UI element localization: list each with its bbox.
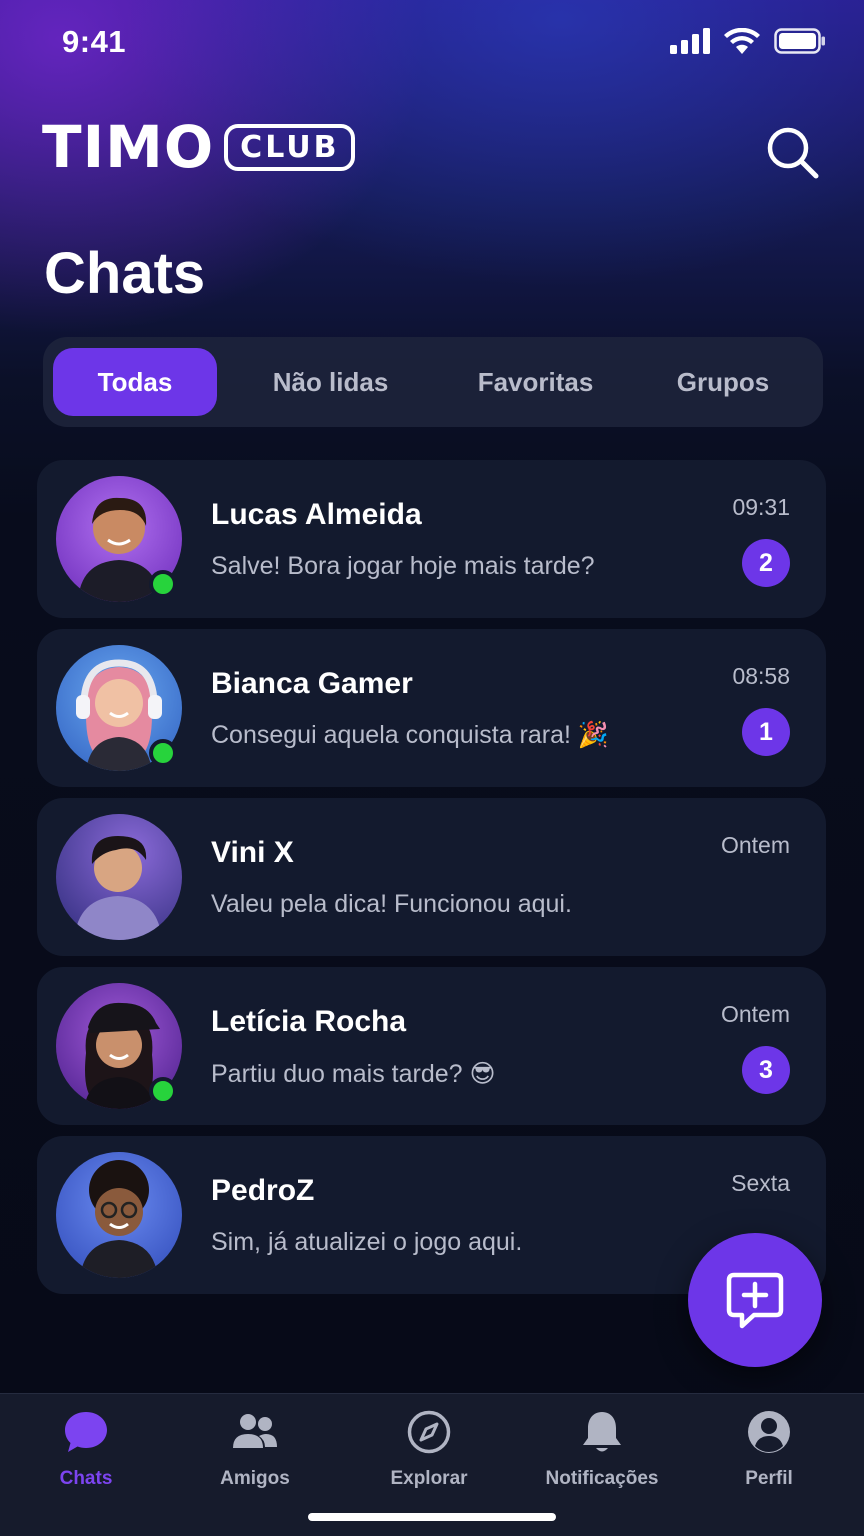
- nav-chats[interactable]: Chats: [11, 1408, 161, 1498]
- chat-item-lucas-almeida[interactable]: Lucas Almeida Salve! Bora jogar hoje mai…: [37, 460, 826, 618]
- battery-icon: [774, 28, 825, 54]
- unread-badge: 2: [742, 539, 790, 587]
- online-indicator: [149, 1077, 177, 1105]
- chat-preview: Partiu duo mais tarde? 😎: [211, 1060, 496, 1088]
- chat-preview: Sim, já atualizei o jogo aqui.: [211, 1228, 523, 1256]
- avatar: [56, 645, 182, 771]
- avatar: [56, 814, 182, 940]
- avatar: [56, 983, 182, 1109]
- chat-preview: Valeu pela dica! Funcionou aqui.: [211, 890, 572, 918]
- online-indicator: [149, 739, 177, 767]
- logo-word: TIMO: [42, 113, 215, 181]
- chat-time: 09:31: [732, 494, 790, 520]
- search-icon: [767, 127, 819, 179]
- status-time: 9:41: [62, 24, 127, 59]
- app-logo: TIMO CLUB: [42, 113, 356, 181]
- chat-time: Sexta: [731, 1170, 790, 1196]
- nav-amigos[interactable]: Amigos: [180, 1408, 330, 1498]
- chat-name: Letícia Rocha: [211, 1005, 407, 1038]
- chat-preview: Salve! Bora jogar hoje mais tarde?: [211, 552, 595, 580]
- nav-label: Perfil: [745, 1468, 793, 1489]
- avatar: [56, 1152, 182, 1278]
- chat-name: PedroZ: [211, 1174, 315, 1207]
- status-bar: 9:41: [0, 0, 864, 90]
- wifi-icon: [724, 28, 760, 54]
- friends-icon: [233, 1414, 277, 1448]
- chat-time: 08:58: [732, 663, 790, 689]
- chat-item-vini-x[interactable]: Vini X Valeu pela dica! Funcionou aqui. …: [37, 798, 826, 956]
- chat-name: Bianca Gamer: [211, 667, 413, 700]
- filter-tabs: Todas Não lidas Favoritas Grupos: [43, 337, 823, 427]
- chat-item-bianca-gamer[interactable]: Bianca Gamer Consegui aquela conquista r…: [37, 629, 826, 787]
- logo-badge: CLUB: [224, 123, 356, 171]
- search-button[interactable]: [764, 124, 822, 182]
- nav-explorar[interactable]: Explorar: [354, 1408, 504, 1498]
- chat-preview: Consegui aquela conquista rara! 🎉: [211, 721, 610, 749]
- new-message-icon: [726, 1272, 784, 1329]
- nav-label: Chats: [59, 1468, 113, 1489]
- tab-grupos[interactable]: Grupos: [643, 348, 803, 416]
- nav-perfil[interactable]: Perfil: [694, 1408, 844, 1498]
- avatar: [56, 476, 182, 602]
- chat-time: Ontem: [720, 832, 790, 858]
- page-title: Chats: [44, 241, 206, 306]
- tab-todas[interactable]: Todas: [53, 348, 217, 416]
- unread-badge: 1: [742, 708, 790, 756]
- nav-label: Amigos: [220, 1468, 290, 1489]
- home-indicator: [308, 1513, 556, 1521]
- compass-icon: [407, 1410, 451, 1454]
- bell-icon: [583, 1412, 621, 1452]
- avatar-photo: [80, 1160, 158, 1278]
- chat-name: Lucas Almeida: [211, 498, 422, 531]
- avatar-photo: [74, 836, 162, 940]
- signal-icon: [670, 28, 710, 54]
- chat-bubble-icon: [65, 1412, 107, 1452]
- nav-label: Notificações: [545, 1468, 659, 1489]
- tab-favoritas[interactable]: Favoritas: [448, 348, 623, 416]
- tab-nao-lidas[interactable]: Não lidas: [243, 348, 418, 416]
- chat-time: Ontem: [720, 1001, 790, 1027]
- profile-icon: [748, 1411, 790, 1453]
- chat-name: Vini X: [211, 836, 294, 869]
- unread-badge: 3: [742, 1046, 790, 1094]
- nav-label: Explorar: [390, 1468, 468, 1489]
- status-icons: [670, 28, 826, 54]
- online-indicator: [149, 570, 177, 598]
- chat-item-leticia-rocha[interactable]: Letícia Rocha Partiu duo mais tarde? 😎 O…: [37, 967, 826, 1125]
- new-chat-button[interactable]: [688, 1233, 822, 1367]
- nav-notificacoes[interactable]: Notificações: [527, 1408, 677, 1498]
